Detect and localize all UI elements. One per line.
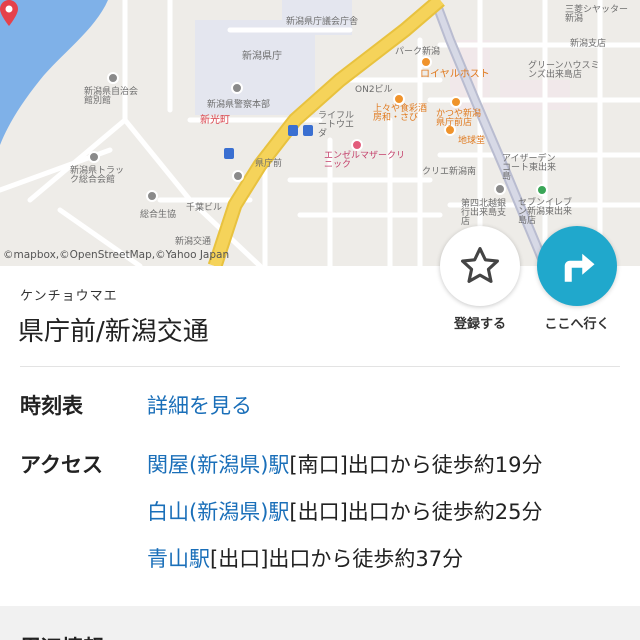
- map-label: ロイヤルホスト: [420, 69, 490, 80]
- map-label: ライフルートウエダ: [318, 111, 355, 139]
- poi-dot-icon: [351, 139, 363, 151]
- access-item: 関屋(新潟県)駅[南口]出口から徒歩約19分: [147, 449, 543, 479]
- star-outline-icon: [461, 247, 499, 283]
- access-walk-text: 出口から徒歩約19分: [347, 453, 543, 477]
- map-label: グリーンハウスミンズ出来島店: [528, 61, 600, 80]
- map-label: ON2ビル: [355, 85, 393, 95]
- map-pin-icon[interactable]: [0, 0, 18, 26]
- map-label: かつや新潟県庁前店: [436, 109, 482, 128]
- map-label: 三菱シヤッター新潟: [565, 5, 629, 24]
- map-label: 新潟支店: [570, 39, 607, 49]
- map-label: パーク新潟: [395, 47, 441, 57]
- map-attribution: ©mapbox,©OpenStreetMap,©Yahoo Japan: [3, 249, 230, 261]
- map-label: 千葉ビル: [186, 203, 223, 213]
- map-label: 新潟県庁: [242, 51, 282, 62]
- map-label: 県庁前: [255, 159, 283, 169]
- poi-dot-icon: [107, 72, 119, 84]
- map-label: クリエ新潟南: [422, 167, 477, 177]
- access-exit: [出口]: [289, 500, 348, 524]
- access-exit: [出口]: [210, 547, 269, 571]
- go-here-button[interactable]: [537, 226, 617, 306]
- map-label: 総合生協: [140, 210, 177, 220]
- poi-dot-icon: [420, 56, 432, 68]
- station-name: 県庁前/新潟交通: [18, 317, 209, 347]
- map-label: アイザーデンコート東出来島: [502, 154, 557, 182]
- bus-stop-icon: [303, 125, 313, 136]
- map-label: セブンイレブン新潟東出来島店: [518, 198, 573, 226]
- access-station-link[interactable]: 白山(新潟県)駅: [147, 500, 289, 524]
- poi-dot-icon: [146, 190, 158, 202]
- bus-stop-icon: [288, 125, 298, 136]
- register-button-label[interactable]: 登録する: [425, 313, 535, 332]
- access-item: 白山(新潟県)駅[出口]出口から徒歩約25分: [147, 496, 543, 526]
- bus-stop-icon: [224, 148, 234, 159]
- poi-dot-icon: [232, 170, 244, 182]
- poi-dot-icon: [88, 151, 100, 163]
- map-label: 新潟県警察本部: [207, 100, 271, 110]
- go-here-button-label[interactable]: ここへ行く: [522, 313, 632, 332]
- timetable-label: 時刻表: [20, 394, 83, 418]
- map-label: 第四北越銀行出来島支店: [461, 199, 507, 227]
- poi-dot-icon: [450, 96, 462, 108]
- station-kana: ケンチョウマエ: [20, 289, 118, 304]
- nearby-info-heading: 周辺情報: [20, 632, 104, 640]
- map-label: エンゼルマザークリニック: [324, 151, 406, 170]
- map-label: 新潟県自治会館別館: [84, 87, 139, 106]
- map-label: 地球堂: [458, 136, 486, 146]
- access-station-link[interactable]: 青山駅: [147, 547, 210, 571]
- poi-dot-icon: [536, 184, 548, 196]
- divider: [20, 366, 620, 367]
- map-label: 新光町: [200, 115, 230, 126]
- access-station-link[interactable]: 関屋(新潟県)駅: [147, 453, 289, 477]
- map-view[interactable]: 新潟県庁議会庁舎 新潟県庁 新潟県警察本部 新光町 新潟県自治会館別館 新潟県ト…: [0, 0, 640, 266]
- access-label: アクセス: [20, 453, 103, 477]
- map-label: 新潟県トラック総合会館: [70, 166, 125, 185]
- register-button[interactable]: [440, 226, 520, 306]
- map-label: 上々や食彩酒房和・さび: [373, 104, 428, 123]
- access-walk-text: 出口から徒歩約37分: [268, 547, 464, 571]
- turn-right-arrow-icon: [564, 253, 595, 282]
- access-exit: [南口]: [289, 453, 348, 477]
- timetable-detail-link[interactable]: 詳細を見る: [147, 390, 252, 420]
- map-label: 新潟県庁議会庁舎: [286, 17, 359, 27]
- poi-dot-icon: [494, 183, 506, 195]
- map-label: 新潟交通: [175, 237, 212, 247]
- access-walk-text: 出口から徒歩約25分: [347, 500, 543, 524]
- poi-dot-icon: [231, 82, 243, 94]
- access-item: 青山駅[出口]出口から徒歩約37分: [147, 543, 463, 573]
